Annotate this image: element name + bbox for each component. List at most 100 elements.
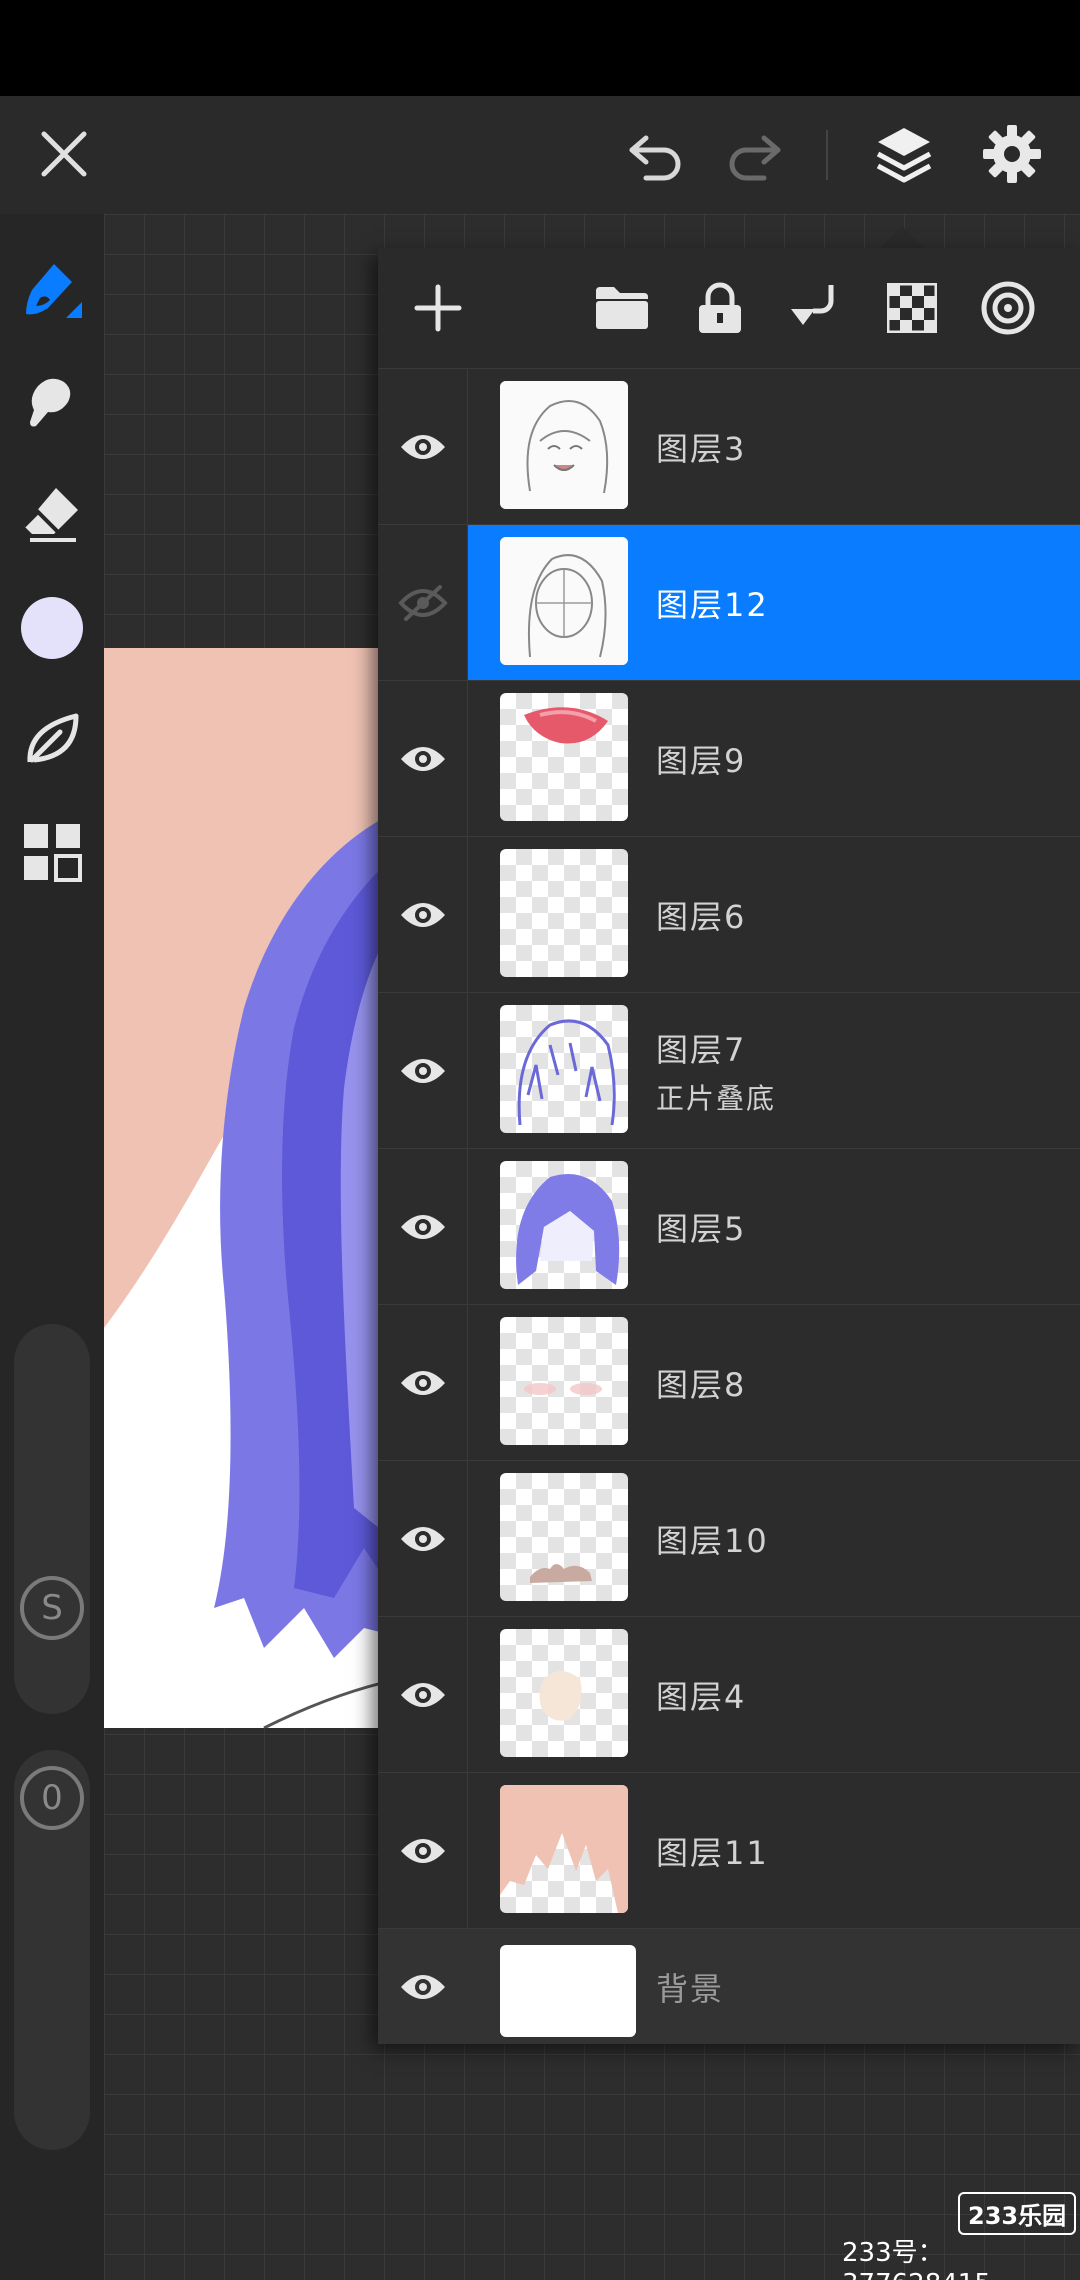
layer-row[interactable]: 图层6 [378,836,1080,993]
thumbnail-sketch [500,381,628,509]
layer-thumbnail [500,849,628,977]
eye-icon [400,1839,445,1863]
layers-panel: 图层3 图层12 图层9 图层6 图层7 正片叠底 图层5 图层8 图层10 图… [378,248,1080,2044]
layer-effects-button[interactable] [974,274,1042,342]
leaf-icon [27,713,79,763]
eye-icon [400,1683,445,1707]
redo-icon [729,135,781,181]
layer-visibility-toggle[interactable] [378,1149,468,1305]
layer-thumbnail [500,1005,628,1133]
layer-visibility-toggle[interactable] [378,525,468,681]
layer-row[interactable]: 图层11 [378,1772,1080,1929]
layer-row[interactable]: 图层4 [378,1616,1080,1773]
eraser-tool-button[interactable] [14,476,90,552]
eye-icon [400,903,445,927]
gear-icon [983,125,1041,183]
layer-visibility-toggle[interactable] [378,1617,468,1773]
leaf-tool-button[interactable] [14,702,90,778]
layer-name: 图层7 [656,1031,747,1069]
layer-row[interactable]: 图层3 [378,368,1080,525]
materials-button[interactable] [14,814,90,890]
brush-size-value: S [41,1588,63,1628]
layer-row[interactable]: 图层10 [378,1460,1080,1617]
layer-name: 背景 [656,1970,725,2008]
thumbnail-hair [516,1174,620,1285]
layer-thumbnail [500,381,628,509]
thumbnail-blush [524,1383,602,1395]
layer-row[interactable]: 图层7 正片叠底 [378,992,1080,1149]
alpha-lock-button[interactable] [878,274,946,342]
layer-visibility-toggle[interactable] [378,993,468,1149]
layer-visibility-toggle[interactable] [378,1929,468,2045]
layer-name-group: 图层7 正片叠底 [656,993,776,1149]
merge-down-button[interactable] [782,274,850,342]
checkerboard-icon [887,283,937,333]
layer-thumbnail [500,1945,636,2037]
plus-icon [414,284,462,332]
layer-row[interactable]: 图层8 [378,1304,1080,1461]
new-group-button[interactable] [588,274,656,342]
brush-icon [26,264,82,318]
layer-row[interactable]: 图层9 [378,680,1080,837]
eye-icon [400,1527,445,1551]
settings-button[interactable] [972,114,1052,194]
brush-size-slider[interactable] [14,1324,90,1714]
layer-thumbnail [500,1785,628,1913]
eye-icon [400,1215,445,1239]
layer-visibility-toggle[interactable] [378,1461,468,1617]
left-toolbar: S 0 [0,214,104,2280]
close-button[interactable] [28,118,100,190]
eye-icon [400,1371,445,1395]
layer-visibility-toggle[interactable] [378,1773,468,1929]
folder-icon [596,287,648,329]
layers-toolbar [378,248,1080,368]
lock-icon [699,282,741,333]
brush-size-knob[interactable]: S [20,1576,84,1640]
thumbnail-hair-lines [517,1019,616,1126]
opacity-knob[interactable]: 0 [20,1766,84,1830]
layer-row-selected[interactable]: 图层12 [378,524,1080,681]
close-icon [41,131,87,177]
panel-pointer [878,226,926,250]
eraser-icon [22,488,78,542]
layer-thumbnail [500,1161,628,1289]
layer-name: 图层11 [656,1834,769,1872]
smudge-tool-button[interactable] [14,364,90,440]
layer-thumbnail [500,1317,628,1445]
eye-icon [400,435,445,459]
eye-icon [400,747,445,771]
layer-visibility-toggle[interactable] [378,369,468,525]
artwork-image [104,648,404,1728]
layer-thumbnail [500,1629,628,1757]
thumbnail-mouth [524,707,608,744]
layer-name: 图层10 [656,1522,769,1560]
add-layer-button[interactable] [404,274,472,342]
layers-button[interactable] [864,114,944,194]
layer-visibility-toggle[interactable] [378,1305,468,1461]
color-picker-button[interactable] [14,590,90,666]
opacity-value: 0 [41,1778,63,1818]
thumbnail-background-shape [500,1785,628,1913]
layer-visibility-toggle[interactable] [378,837,468,993]
toolbar-divider [826,130,828,180]
layer-thumbnail [500,537,628,665]
merge-down-icon [791,285,834,325]
layer-name: 图层12 [656,586,769,624]
grid-icon [24,824,82,882]
redo-button[interactable] [716,118,792,190]
lock-layer-button[interactable] [686,274,754,342]
artwork[interactable] [104,648,404,1728]
smudge-icon [30,378,71,427]
eye-icon [400,1059,445,1083]
eye-hidden-icon [397,585,448,621]
layer-name: 图层9 [656,742,747,780]
layer-blend-mode: 正片叠底 [656,1082,777,1115]
brush-tool-button[interactable] [14,252,90,328]
thumbnail-skin [539,1671,582,1721]
layer-row[interactable]: 图层5 [378,1148,1080,1305]
layer-thumbnail [500,693,628,821]
undo-button[interactable] [618,118,694,190]
layer-thumbnail [500,1473,628,1601]
layer-visibility-toggle[interactable] [378,681,468,837]
background-layer-row[interactable]: 背景 [378,1928,1080,2044]
